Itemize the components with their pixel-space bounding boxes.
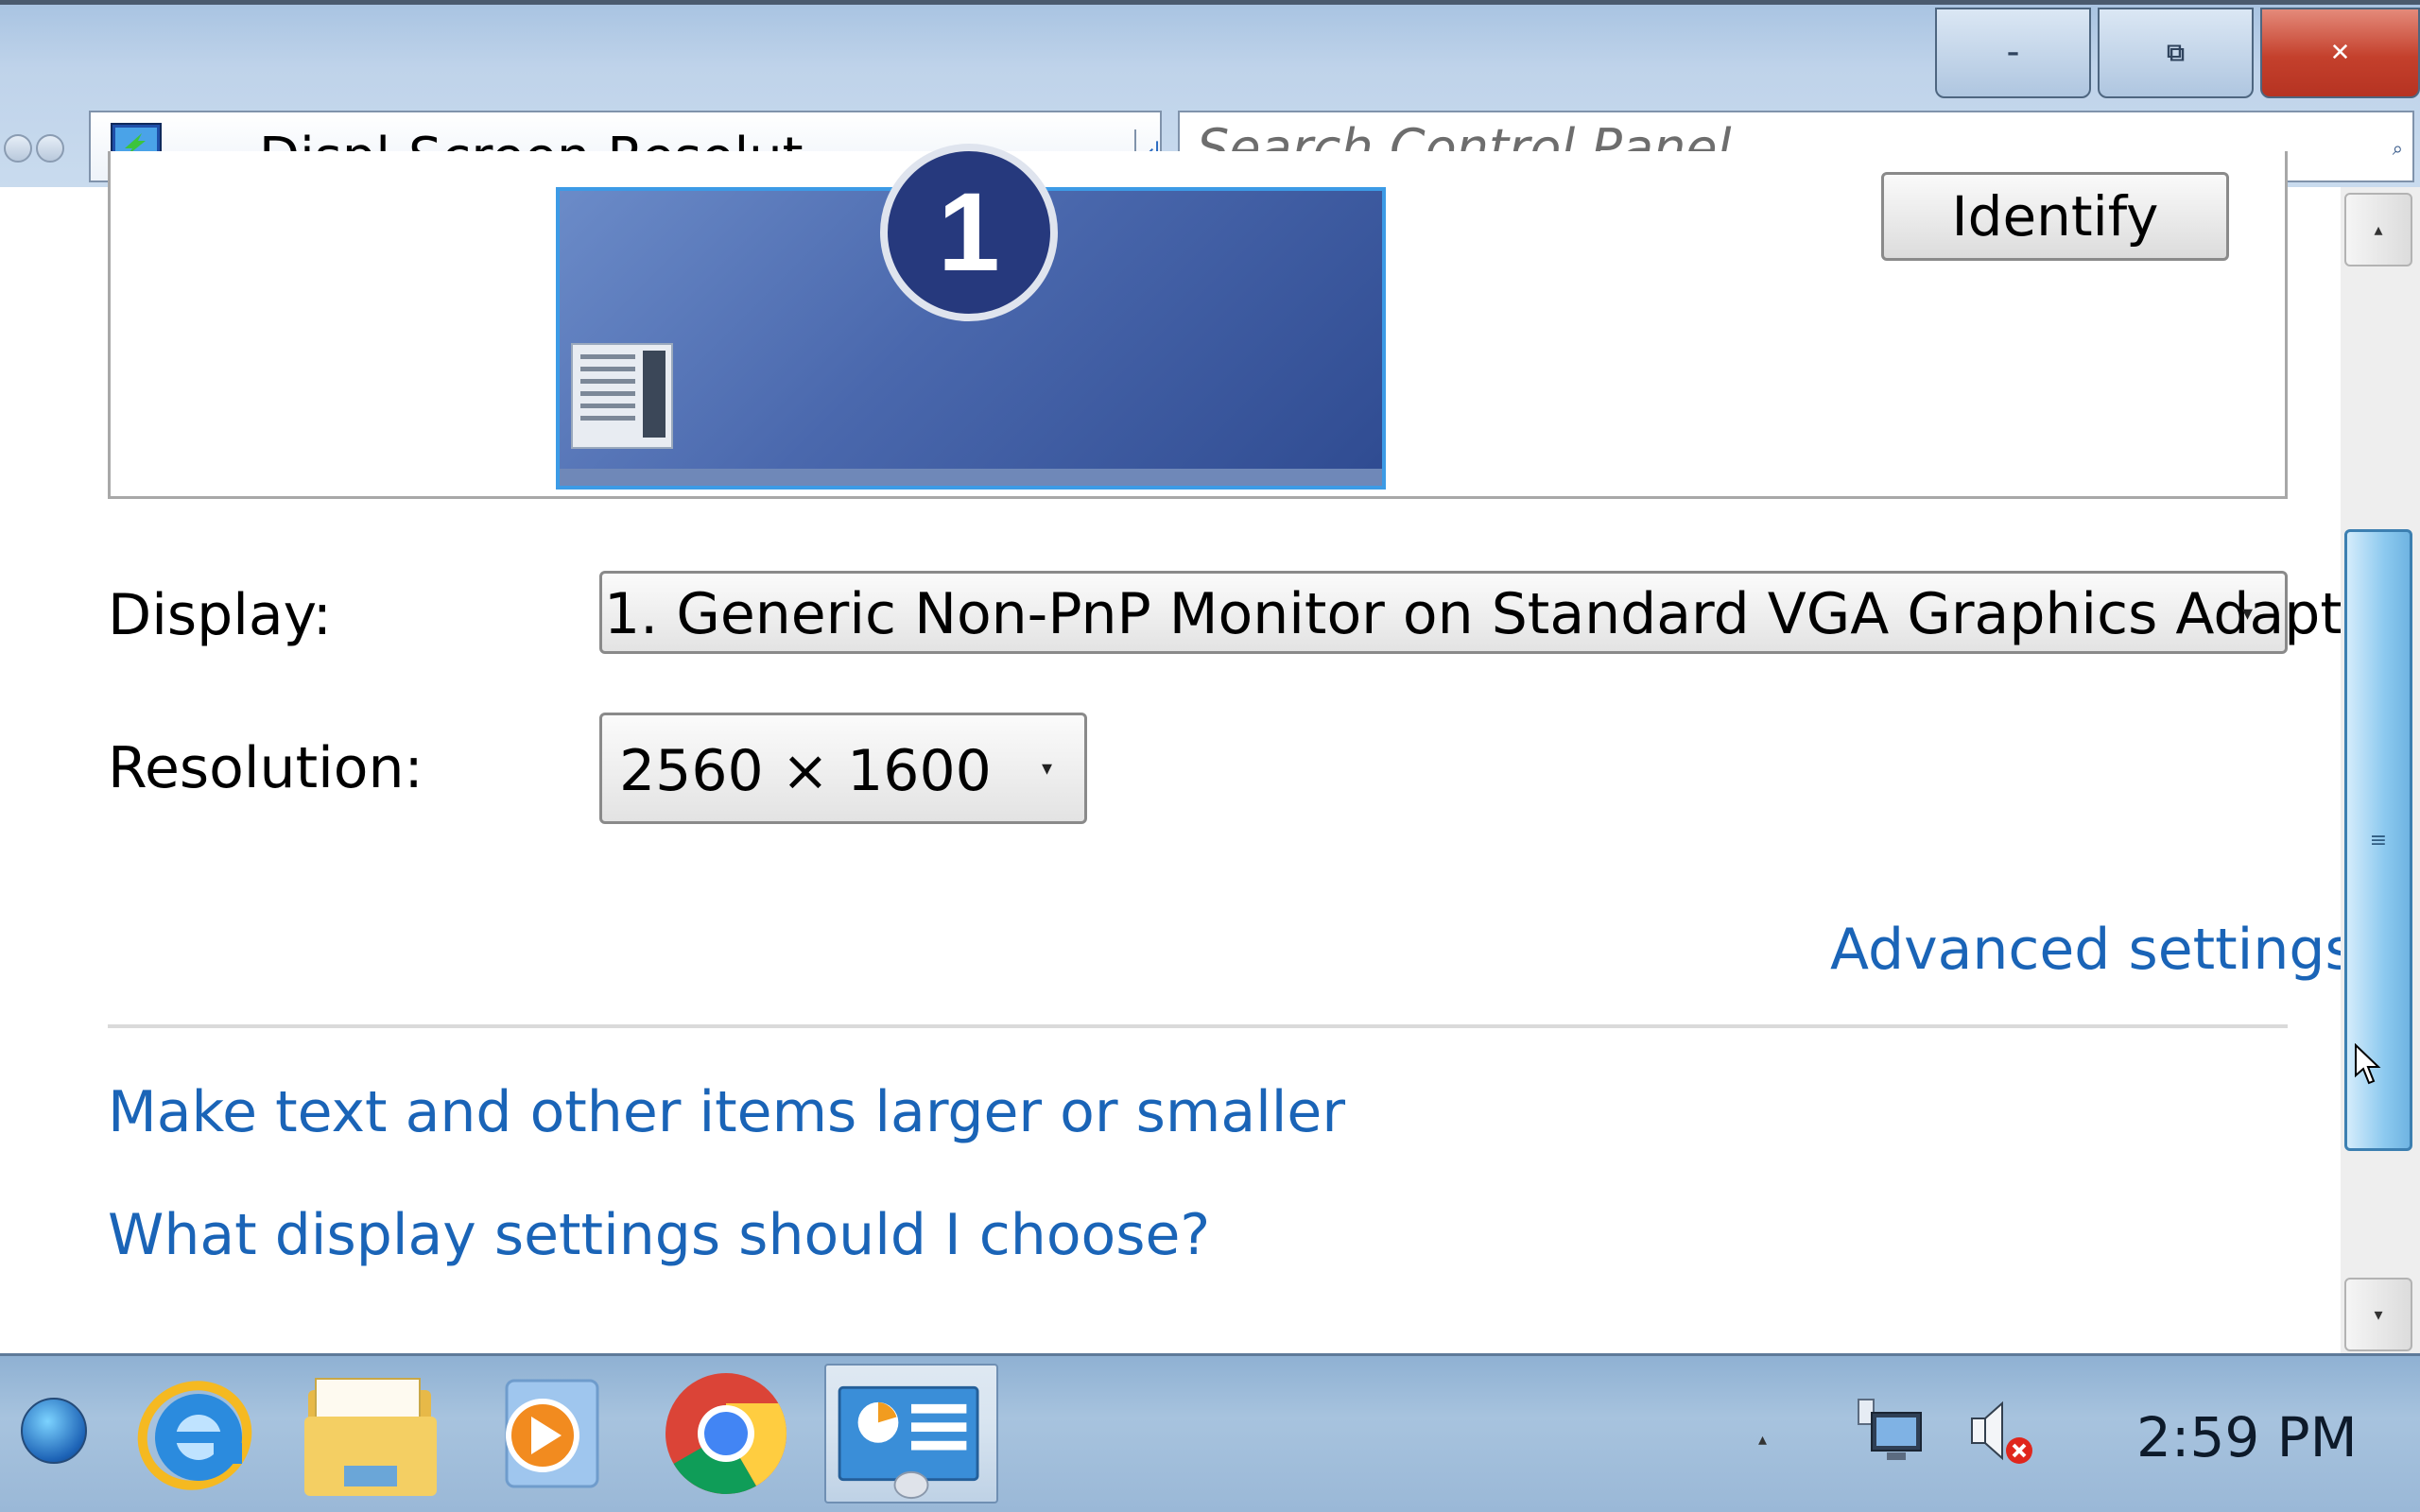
control-panel-icon <box>838 1385 979 1500</box>
scroll-down-button[interactable]: ▾ <box>2344 1278 2412 1351</box>
resolution-label: Resolution: <box>108 735 424 801</box>
minimize-button[interactable]: – <box>1935 8 2091 98</box>
section-divider <box>108 1024 2288 1028</box>
mini-window-preview <box>571 343 673 449</box>
advanced-settings-link[interactable]: Advanced settings <box>1830 917 2355 983</box>
monitor-number-badge: 1 <box>880 144 1058 321</box>
resolution-select[interactable]: 2560 × 1600 ▾ <box>599 713 1087 824</box>
control-panel-taskbar-button[interactable] <box>824 1364 998 1503</box>
windows-explorer-icon[interactable] <box>297 1364 448 1503</box>
search-icon[interactable]: ⌕ <box>2393 137 2403 160</box>
internet-explorer-icon[interactable] <box>119 1364 270 1503</box>
restore-button[interactable]: ⧉ <box>2098 8 2254 98</box>
windows-media-player-icon[interactable] <box>473 1364 624 1503</box>
close-button[interactable]: ✕ <box>2260 8 2420 98</box>
back-button[interactable] <box>4 134 32 163</box>
network-icon[interactable] <box>1853 1394 1928 1469</box>
taskbar: ▴ 2:59 PM <box>0 1353 2420 1512</box>
mouse-cursor-icon <box>2355 1043 2381 1085</box>
volume-muted-icon[interactable] <box>1964 1394 2040 1469</box>
mini-taskbar <box>560 469 1382 486</box>
chevron-down-icon: ▾ <box>1041 757 1052 781</box>
text-size-link[interactable]: Make text and other items larger or smal… <box>108 1079 1345 1145</box>
identify-button[interactable]: Identify <box>1881 172 2229 261</box>
resolution-select-value: 2560 × 1600 <box>619 738 992 804</box>
chevron-down-icon: ▾ <box>2241 602 2253 626</box>
display-select[interactable]: 1. Generic Non-PnP Monitor on Standard V… <box>599 571 2400 654</box>
vertical-scrollbar[interactable]: ▴ ≡ ▾ <box>2341 187 2420 1353</box>
show-hidden-icons-icon[interactable]: ▴ <box>1758 1430 1767 1450</box>
display-select-value: 1. Generic Non-PnP Monitor on Standard V… <box>604 581 2401 647</box>
start-button[interactable] <box>21 1398 87 1464</box>
display-label: Display: <box>108 582 333 648</box>
display-help-link[interactable]: What display settings should I choose? <box>108 1202 1210 1268</box>
scroll-up-button[interactable]: ▴ <box>2344 193 2412 266</box>
google-chrome-icon[interactable] <box>650 1364 802 1503</box>
taskbar-clock[interactable]: 2:59 PM <box>2136 1405 2358 1469</box>
forward-button[interactable] <box>36 134 64 163</box>
